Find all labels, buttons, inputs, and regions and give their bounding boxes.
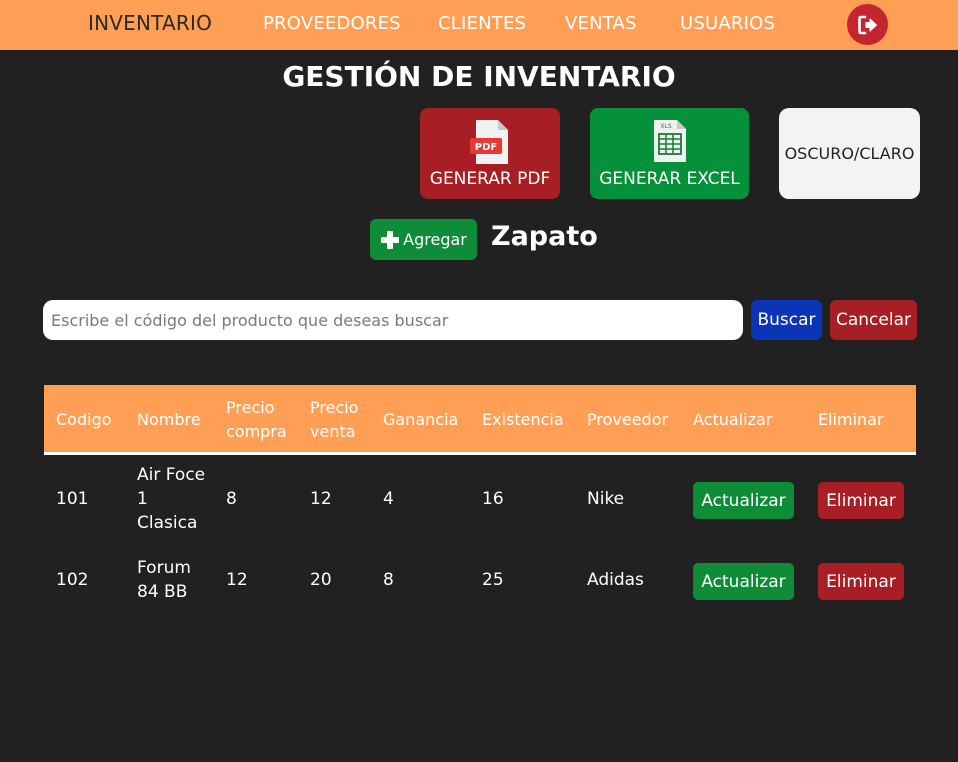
cell-precio-compra: 12 — [226, 570, 248, 591]
table-row: 101 Air Foce 1 Clasica 8 12 4 16 Nike Ac… — [44, 455, 916, 545]
header-precio-venta: Precio venta — [310, 398, 359, 441]
nav-proveedores[interactable]: PROVEEDORES — [263, 13, 401, 34]
nav-ventas[interactable]: VENTAS — [565, 13, 637, 34]
cell-ganancia: 4 — [383, 489, 394, 510]
generate-pdf-label: GENERAR PDF — [429, 169, 551, 189]
sign-out-icon — [857, 15, 877, 34]
cell-existencia: 25 — [482, 570, 504, 591]
update-button[interactable]: Actualizar — [693, 563, 794, 600]
navbar: INVENTARIO PROVEEDORES CLIENTES VENTAS U… — [0, 0, 958, 50]
cell-proveedor: Adidas — [587, 570, 644, 591]
cancel-button[interactable]: Cancelar — [830, 300, 917, 340]
generate-pdf-button[interactable]: PDF GENERAR PDF — [420, 108, 560, 199]
pdf-file-icon: PDF — [470, 120, 508, 164]
header-nombre: Nombre — [137, 410, 201, 429]
nav-clientes[interactable]: CLIENTES — [438, 13, 526, 34]
header-ganancia: Ganancia — [383, 410, 459, 429]
cell-codigo: 101 — [56, 489, 89, 510]
cell-existencia: 16 — [482, 489, 504, 510]
page-title: GESTIÓN DE INVENTARIO — [282, 60, 676, 93]
cell-codigo: 102 — [56, 570, 89, 591]
search-input[interactable] — [43, 300, 743, 340]
cell-precio-venta: 20 — [310, 570, 332, 591]
cell-precio-venta: 12 — [310, 489, 332, 510]
add-button[interactable]: Agregar — [370, 219, 477, 260]
cell-nombre: Forum 84 BB — [137, 558, 191, 602]
table-header: Codigo Nombre Precio compra Precio venta… — [44, 385, 916, 455]
theme-toggle-button[interactable]: OSCURO/CLARO — [779, 108, 920, 199]
nav-usuarios[interactable]: USUARIOS — [680, 13, 775, 34]
cell-ganancia: 8 — [383, 570, 394, 591]
delete-button[interactable]: Eliminar — [818, 563, 904, 600]
update-button[interactable]: Actualizar — [693, 482, 794, 519]
inventory-table: Codigo Nombre Precio compra Precio venta… — [44, 385, 916, 617]
header-precio-compra: Precio compra — [226, 398, 287, 441]
plus-icon — [381, 230, 400, 249]
header-eliminar: Eliminar — [818, 410, 884, 429]
excel-file-icon: XLS — [653, 120, 686, 162]
nav-inventario[interactable]: INVENTARIO — [88, 11, 212, 35]
header-proveedor: Proveedor — [587, 410, 669, 429]
search-button[interactable]: Buscar — [751, 300, 822, 340]
cell-precio-compra: 8 — [226, 489, 237, 510]
cell-proveedor: Nike — [587, 489, 625, 510]
header-codigo: Codigo — [56, 410, 112, 429]
cell-nombre: Air Foce 1 Clasica — [137, 465, 206, 533]
logout-button[interactable] — [847, 4, 888, 45]
delete-button[interactable]: Eliminar — [818, 482, 904, 519]
pdf-badge-text: PDF — [475, 142, 497, 153]
table-row: 102 Forum 84 BB 12 20 8 25 Adidas Actual… — [44, 545, 916, 617]
generate-excel-button[interactable]: XLS GENERAR EXCEL — [590, 108, 749, 199]
generate-excel-label: GENERAR EXCEL — [599, 169, 740, 189]
add-button-label: Agregar — [403, 230, 467, 249]
excel-badge-text: XLS — [660, 123, 671, 130]
category-title: Zapato — [491, 221, 598, 252]
header-actualizar: Actualizar — [693, 410, 773, 429]
header-existencia: Existencia — [482, 410, 564, 429]
